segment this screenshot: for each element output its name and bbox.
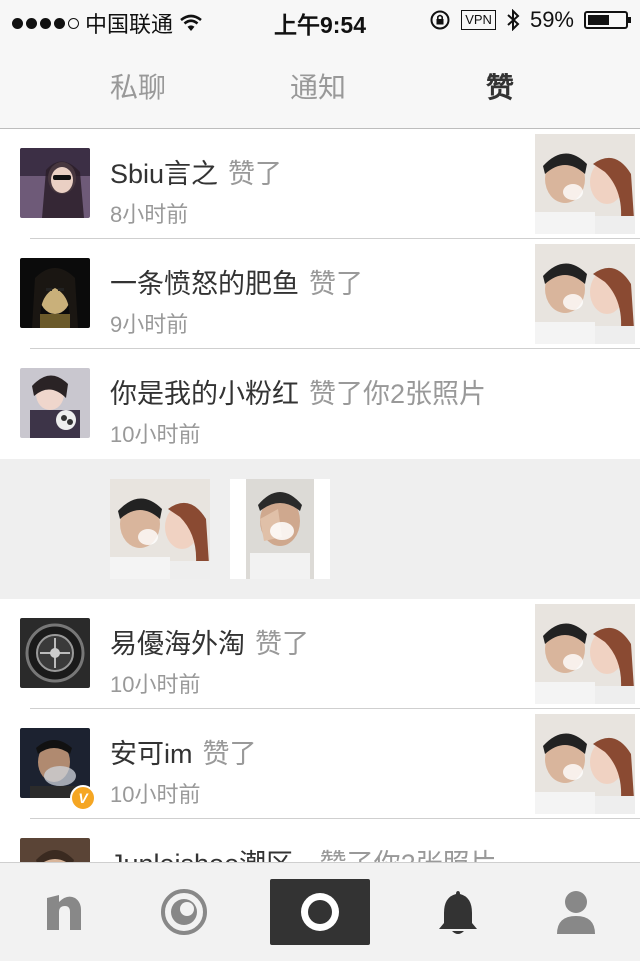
tab-private-chat[interactable]: 私聊 xyxy=(110,66,166,106)
list-item[interactable]: 你是我的小粉红 赞了你2张照片 10小时前 xyxy=(0,349,640,459)
list-item[interactable]: 易優海外淘 赞了 10小时前 xyxy=(0,599,640,709)
vpn-indicator: VPN xyxy=(461,10,496,30)
bluetooth-icon xyxy=(507,9,520,31)
camera-icon xyxy=(301,893,339,931)
likes-list: Sbiu言之 赞了 8小时前 一条愤怒的肥鱼 赞了 9小时前 你是我的小粉红 赞了你2… xyxy=(0,129,640,862)
eye-icon xyxy=(161,889,207,935)
list-item[interactable]: Junleishoe潮区 - 赞了你2张照片 xyxy=(0,819,640,862)
tab-home[interactable] xyxy=(14,863,114,961)
timestamp: 8小时前 xyxy=(110,202,189,227)
rotation-lock-icon xyxy=(430,10,450,30)
verified-badge: V xyxy=(70,785,96,811)
timestamp: 10小时前 xyxy=(110,422,201,447)
liked-photos-gallery xyxy=(0,459,640,599)
status-bar: 中国联通 上午9:54 VPN 59% xyxy=(0,0,640,40)
bottom-tab-bar xyxy=(0,862,640,961)
user-name[interactable]: 一条愤怒的肥鱼 xyxy=(110,269,299,299)
like-action: 赞了你2张照片 xyxy=(309,379,487,409)
avatar[interactable] xyxy=(20,838,90,862)
tab-discover[interactable] xyxy=(134,863,234,961)
like-action: 赞了你2张照片 xyxy=(320,849,497,862)
tab-notifications[interactable]: 通知 xyxy=(290,66,346,106)
liked-photo-thumbnail[interactable] xyxy=(535,244,635,344)
like-action: 赞了 xyxy=(202,739,257,769)
list-item[interactable]: Sbiu言之 赞了 8小时前 xyxy=(0,129,640,239)
timestamp: 10小时前 xyxy=(110,672,201,697)
status-right: VPN 59% xyxy=(429,7,631,33)
top-tabs: 私聊 通知 赞 xyxy=(0,40,640,129)
user-name[interactable]: 你是我的小粉红 xyxy=(110,379,299,409)
camera-button[interactable] xyxy=(270,879,370,945)
liked-photo-thumbnail[interactable] xyxy=(110,479,210,579)
battery-icon xyxy=(584,11,631,29)
like-action: 赞了 xyxy=(255,629,309,659)
avatar[interactable] xyxy=(20,368,90,438)
timestamp: 10小时前 xyxy=(110,782,201,807)
user-name[interactable]: Sbiu言之 xyxy=(110,159,218,189)
user-name[interactable]: 易優海外淘 xyxy=(110,629,245,659)
like-action: 赞了 xyxy=(309,269,363,299)
liked-photo-thumbnail[interactable] xyxy=(230,479,330,579)
timestamp: 9小时前 xyxy=(110,312,189,337)
list-item[interactable]: 一条愤怒的肥鱼 赞了 9小时前 xyxy=(0,239,640,349)
user-icon xyxy=(557,891,595,934)
tab-profile[interactable] xyxy=(526,863,626,961)
tab-notifications-bell[interactable] xyxy=(408,863,508,961)
avatar[interactable] xyxy=(20,258,90,328)
bell-icon xyxy=(439,891,477,934)
avatar[interactable] xyxy=(20,618,90,688)
avatar[interactable] xyxy=(20,148,90,218)
n-logo-icon xyxy=(47,895,81,930)
liked-photo-thumbnail[interactable] xyxy=(535,714,635,814)
like-action: 赞了 xyxy=(228,159,283,189)
liked-photo-thumbnail[interactable] xyxy=(535,134,635,234)
user-name[interactable]: 安可im xyxy=(110,739,193,769)
liked-photo-thumbnail[interactable] xyxy=(535,604,635,704)
user-name[interactable]: Junleishoe潮区 - xyxy=(110,849,310,862)
list-item[interactable]: V 安可im 赞了 10小时前 xyxy=(0,709,640,819)
battery-percent: 59% xyxy=(529,7,574,32)
tab-likes[interactable]: 赞 xyxy=(486,66,514,106)
